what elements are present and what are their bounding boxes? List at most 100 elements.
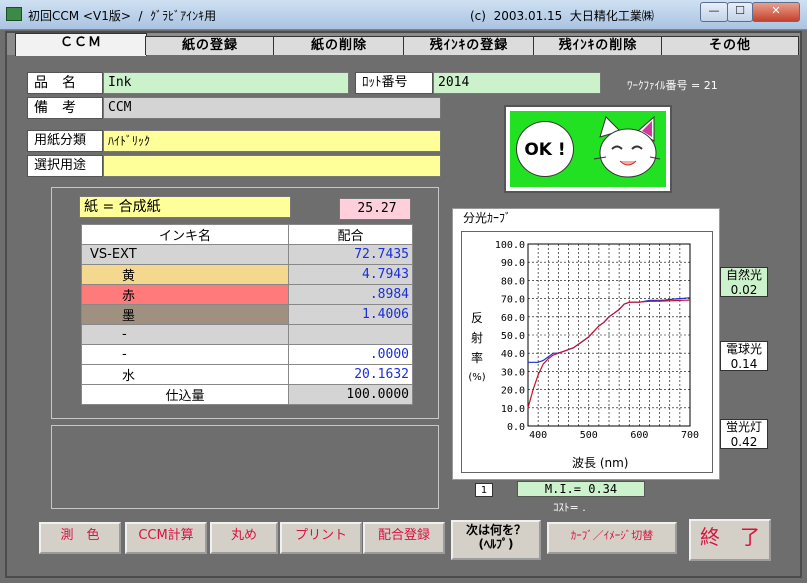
y-tick-label: 70.0 — [501, 295, 525, 306]
mix-row: 墨 1.4006 — [81, 304, 413, 325]
light-name: 自然光 — [725, 268, 762, 282]
cat-mascot-icon — [593, 115, 661, 178]
lot-label: ﾛｯﾄ番号 — [355, 72, 433, 94]
paper-field[interactable]: 紙 = 合成紙 — [79, 196, 291, 218]
spectral-chart: 0.0 10.0 20.0 30.0 40.0 50.0 60.0 70.0 80.0 90.0 1… — [495, 240, 699, 441]
tab-strip: ＣＣＭ 紙の登録 紙の削除 残ｲﾝｷの登録 残ｲﾝｷの削除 その他 — [7, 33, 800, 56]
curve-switch-button[interactable]: ｶｰﾌﾞ／ｲﾒｰｼﾞ切替 — [547, 522, 677, 554]
purpose-field[interactable] — [103, 155, 441, 177]
cost-value: ｺｽﾄ= . — [553, 501, 586, 514]
light-name: 電球光 — [725, 342, 762, 356]
mix-row: - — [81, 324, 413, 345]
register-mix-button[interactable]: 配合登録 — [363, 522, 445, 554]
tab-paper-delete[interactable]: 紙の削除 — [273, 36, 405, 55]
x-axis-label: 波長 (nm) — [572, 456, 629, 470]
ink-amount[interactable]: 20.1632 — [288, 364, 413, 385]
paper-class-field[interactable]: ﾊｲﾄﾞﾘｯｸ — [103, 130, 441, 152]
ink-amount[interactable]: 1.4006 — [288, 304, 413, 325]
help-button-line1: 次は何を？ — [465, 523, 526, 537]
minimize-button[interactable]: — — [700, 2, 728, 22]
ok-bubble: OK ! — [516, 121, 574, 177]
paper-value: 25.27 — [339, 198, 411, 220]
mix-header-name: インキ名 — [81, 224, 289, 245]
mi-value: M.I.= 0.34 — [517, 481, 645, 497]
light-value: 0.42 — [730, 435, 758, 449]
page-number[interactable]: 1 — [475, 483, 493, 497]
tab-label: 残ｲﾝｷの削除 — [558, 38, 638, 53]
x-tick-label: 500 — [580, 430, 598, 441]
tab-label: ＣＣＭ — [59, 35, 102, 50]
y-tick-label: 60.0 — [501, 313, 525, 324]
help-button-line2: (ﾍﾙﾌﾟ) — [478, 537, 514, 551]
mix-row: 赤 .8984 — [81, 284, 413, 305]
y-tick-label: 20.0 — [501, 386, 525, 397]
ccm-calc-button[interactable]: CCM計算 — [125, 522, 207, 554]
print-button[interactable]: プリント — [280, 522, 362, 554]
ink-name: 黄 — [81, 264, 289, 285]
app-icon — [6, 7, 22, 21]
ink-name: 赤 — [81, 284, 289, 305]
ink-amount[interactable]: .0000 — [288, 344, 413, 365]
help-button[interactable]: 次は何を？ (ﾍﾙﾌﾟ) — [451, 520, 541, 560]
total-value: 100.0000 — [288, 384, 413, 405]
light-natural: 自然光 0.02 — [720, 267, 768, 297]
spectral-chart-border: 反 射 率 (%) 0.0 10.0 20.0 30.0 40.0 50.0 60.0 70.… — [461, 231, 713, 473]
ink-name: 墨 — [81, 304, 289, 325]
message-panel — [51, 425, 439, 509]
y-tick-label: 100.0 — [495, 240, 525, 251]
title-bar: 初回CCM <V1版> / ｸﾞﾗﾋﾞｱｲﾝｷ用 (c) 2003.01.15 … — [0, 0, 807, 30]
mix-header-value: 配合 — [288, 224, 413, 245]
ink-amount[interactable]: .8984 — [288, 284, 413, 305]
tab-ink-delete[interactable]: 残ｲﾝｷの削除 — [533, 36, 663, 55]
window-title: 初回CCM <V1版> / ｸﾞﾗﾋﾞｱｲﾝｷ用 — [28, 9, 217, 23]
ok-badge: OK ! — [504, 105, 672, 193]
mix-table-body: VS-EXT 72.7435 黄 4.7943 赤 .8984 墨 1.4006- - .0000… — [81, 244, 413, 385]
biko-field[interactable]: CCM — [103, 97, 441, 119]
tab-paper-register[interactable]: 紙の登録 — [145, 36, 275, 55]
light-name: 蛍光灯 — [725, 420, 762, 434]
tab-label: 紙の削除 — [310, 38, 367, 53]
ink-amount[interactable]: 4.7943 — [288, 264, 413, 285]
ink-amount[interactable]: 72.7435 — [288, 244, 413, 265]
ok-badge-bg: OK ! — [510, 111, 666, 187]
mix-table-wrap: インキ名 配合 VS-EXT 72.7435 黄 4.7943 赤 .8984 墨 1.400… — [81, 224, 413, 405]
ink-name: - — [81, 344, 289, 365]
ink-name: VS-EXT — [81, 244, 289, 265]
light-value: 0.14 — [730, 357, 758, 371]
spectral-frame: 分光ｶｰﾌﾞ 反 射 率 (%) 0.0 10.0 20.0 30.0 40.0 50.0… — [452, 208, 720, 480]
round-button[interactable]: 丸め — [210, 522, 278, 554]
measure-button[interactable]: 測 色 — [39, 522, 121, 554]
ink-amount[interactable] — [288, 324, 413, 345]
mix-row: 黄 4.7943 — [81, 264, 413, 285]
mix-panel: 紙 = 合成紙 25.27 インキ名 配合 VS-EXT 72.7435 黄 4.79… — [51, 187, 439, 419]
hinmei-field[interactable]: Ink — [103, 72, 349, 94]
light-incandescent: 電球光 0.14 — [720, 341, 768, 371]
x-tick-label: 700 — [681, 430, 699, 441]
hinmei-label: 品 名 — [27, 72, 103, 94]
y-tick-label: 40.0 — [501, 349, 525, 360]
paper-class-label: 用紙分類 — [27, 130, 103, 152]
tab-other[interactable]: その他 — [661, 36, 799, 55]
y-tick-label: 50.0 — [501, 331, 525, 342]
mix-row: 水 20.1632 — [81, 364, 413, 385]
main-client: ＣＣＭ 紙の登録 紙の削除 残ｲﾝｷの登録 残ｲﾝｷの削除 その他 品 名 In… — [5, 31, 802, 578]
exit-button[interactable]: 終 了 — [689, 519, 771, 561]
purpose-label: 選択用途 — [27, 155, 103, 177]
y-tick-label: 10.0 — [501, 404, 525, 415]
close-button[interactable]: ✕ — [752, 2, 800, 22]
y-tick-label: 30.0 — [501, 367, 525, 378]
y-tick-label: 90.0 — [501, 258, 525, 269]
tab-ink-register[interactable]: 残ｲﾝｷの登録 — [403, 36, 535, 55]
ink-name: 水 — [81, 364, 289, 385]
tab-label: 紙の登録 — [181, 38, 238, 53]
light-fluorescent: 蛍光灯 0.42 — [720, 419, 768, 449]
copyright-text: (c) 2003.01.15 大日精化工業㈱ — [470, 9, 654, 23]
lot-field[interactable]: 2014 — [433, 72, 601, 94]
y-tick-label: 0.0 — [507, 422, 525, 433]
maximize-button[interactable]: ☐ — [727, 2, 753, 22]
tab-ccm[interactable]: ＣＣＭ — [15, 33, 147, 56]
spectral-title: 分光ｶｰﾌﾞ — [461, 209, 514, 226]
tab-label: その他 — [708, 38, 751, 53]
mix-row: - .0000 — [81, 344, 413, 365]
x-tick-label: 400 — [529, 430, 547, 441]
